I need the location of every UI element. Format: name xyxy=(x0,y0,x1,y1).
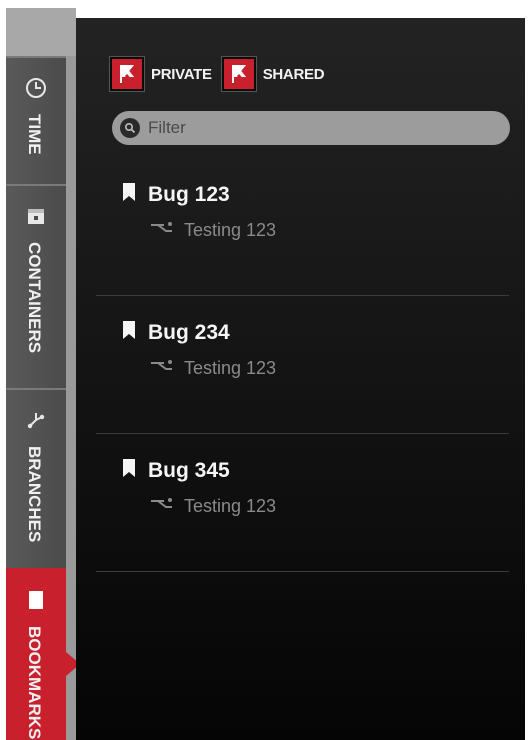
tab-bookmarks[interactable]: BOOKMARKS xyxy=(6,568,80,740)
bookmark-item[interactable]: Bug 345 Testing 123 xyxy=(96,434,509,572)
shared-toggle[interactable]: SHARED xyxy=(221,57,325,91)
bookmarks-panel: PRIVATE SHARED Bug 123 xyxy=(76,18,525,740)
app-frame: TIME CONTAINERS BRANCHES BOOKMARKS PRIVA… xyxy=(0,0,531,740)
tab-branches-label: BRANCHES xyxy=(25,446,44,543)
filter-input[interactable] xyxy=(148,118,488,138)
filter-field[interactable] xyxy=(112,111,510,145)
tab-containers-label: CONTAINERS xyxy=(25,242,44,354)
bookmark-icon xyxy=(22,586,50,614)
sidebar-top-cap xyxy=(6,8,76,56)
bookmark-title: Bug 123 xyxy=(148,182,230,206)
container-icon xyxy=(22,202,50,230)
branch-icon xyxy=(150,359,174,378)
tab-time-label: TIME xyxy=(25,114,44,155)
bookmark-title: Bug 234 xyxy=(148,320,230,344)
tab-time[interactable]: TIME xyxy=(6,56,66,184)
bookmark-icon xyxy=(122,458,136,483)
tab-bookmarks-label: BOOKMARKS xyxy=(25,626,44,740)
clock-icon xyxy=(22,74,50,102)
bookmark-branch: Testing 123 xyxy=(184,496,277,516)
bookmark-branch: Testing 123 xyxy=(184,220,277,240)
tab-containers[interactable]: CONTAINERS xyxy=(6,184,66,388)
private-toggle[interactable]: PRIVATE xyxy=(110,57,212,91)
branch-icon xyxy=(150,221,174,240)
shared-label: SHARED xyxy=(262,65,325,83)
bookmark-branch: Testing 123 xyxy=(184,358,277,378)
shared-flag-icon xyxy=(221,57,256,91)
bookmark-icon xyxy=(122,182,136,207)
bookmark-icon xyxy=(122,320,136,345)
sidebar: TIME CONTAINERS BRANCHES BOOKMARKS xyxy=(6,8,80,740)
branch-icon xyxy=(22,406,50,434)
bookmark-title: Bug 345 xyxy=(148,458,230,482)
private-label: PRIVATE xyxy=(151,65,212,83)
tab-branches[interactable]: BRANCHES xyxy=(6,388,66,568)
bookmark-list: Bug 123 Testing 123 Bug 234 Testing 123 … xyxy=(96,158,509,572)
private-flag-icon xyxy=(110,57,144,91)
bookmark-item[interactable]: Bug 123 Testing 123 xyxy=(96,158,509,296)
visibility-toggle-row: PRIVATE SHARED xyxy=(110,56,334,92)
branch-icon xyxy=(150,497,174,516)
bookmark-item[interactable]: Bug 234 Testing 123 xyxy=(96,296,509,434)
search-icon xyxy=(120,118,140,138)
